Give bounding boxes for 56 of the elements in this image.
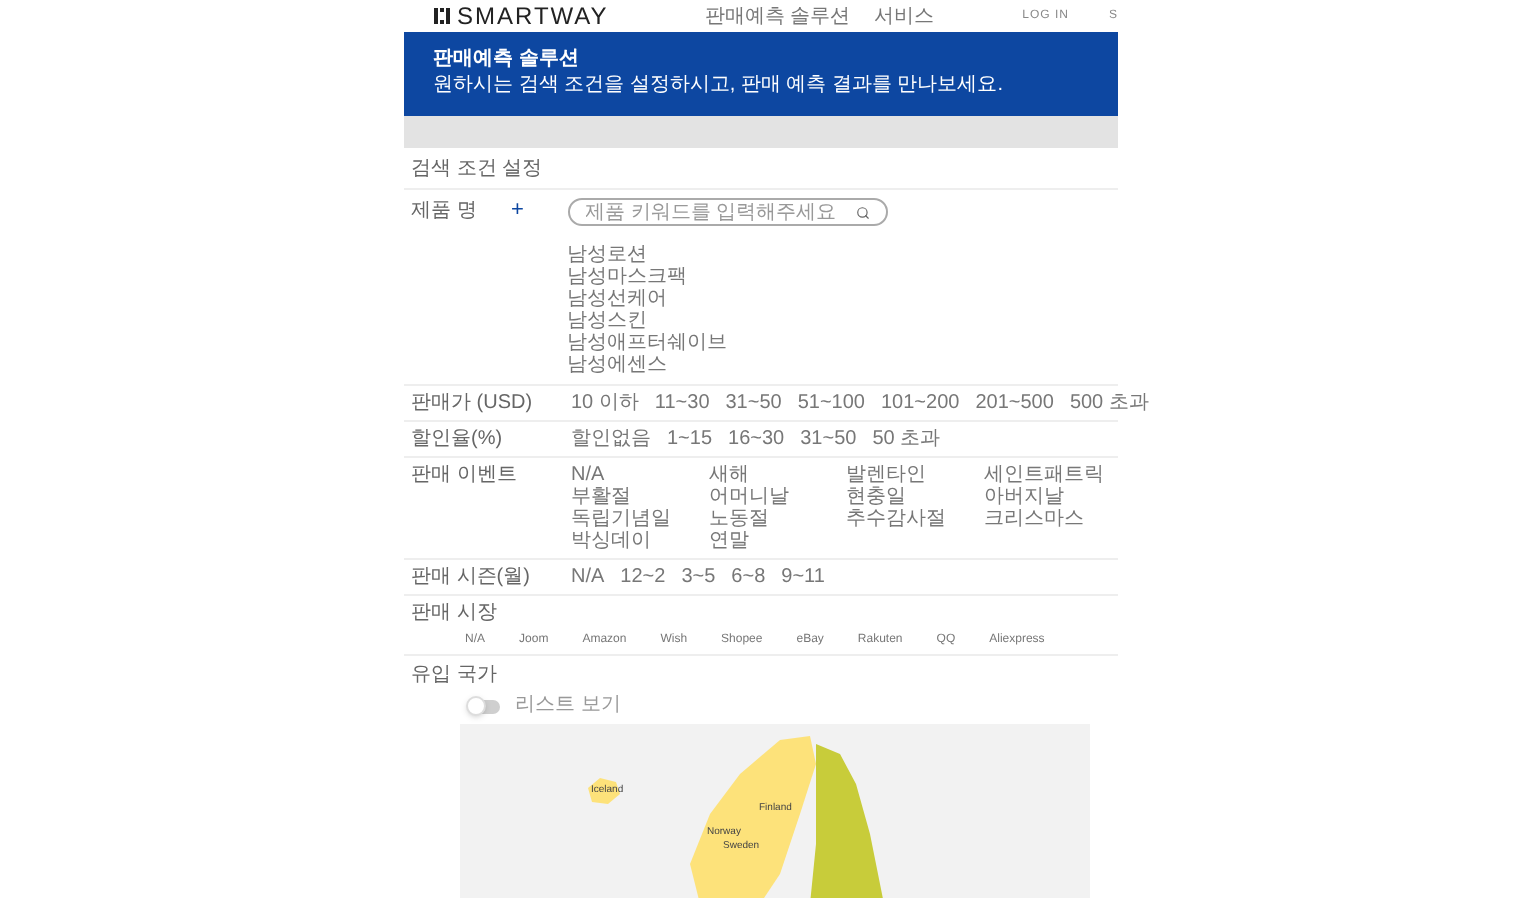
logo-icon	[433, 8, 449, 24]
nav-link[interactable]: 판매예측 솔루션	[704, 1, 851, 31]
filter-label: 판매 이벤트	[411, 464, 519, 490]
filter-option[interactable]: 201~500	[975, 392, 1054, 414]
filter-option[interactable]: N/A	[571, 464, 697, 486]
filter-option[interactable]: 12~2	[620, 566, 666, 588]
banner-subtitle: 원하시는 검색 조건을 설정하시고, 판매 예측 결과를 만나보세요.	[433, 72, 1006, 98]
filter-label: 판매 시즌(월)	[411, 566, 532, 588]
filter-option[interactable]: 독립기념일	[571, 508, 697, 530]
product-item[interactable]: 남성스킨	[567, 310, 887, 332]
filter-option[interactable]: 500 초과	[1069, 392, 1149, 414]
filter-option[interactable]: 10 이하	[571, 392, 639, 414]
filter-option[interactable]: 현충일	[846, 486, 972, 508]
filter-option[interactable]: 크리스마스	[983, 508, 1109, 530]
filter-option[interactable]: 101~200	[881, 392, 960, 414]
filter-option[interactable]: 51~100	[797, 392, 865, 414]
product-item[interactable]: 남성로션	[567, 244, 887, 266]
filter-option[interactable]: 아버지날	[983, 486, 1109, 508]
product-item[interactable]: 남성마스크팩	[567, 266, 887, 288]
logo-text: SMARTWAY	[457, 4, 609, 28]
filter-option[interactable]: 발렌타인	[846, 464, 972, 486]
nav-link[interactable]: 서비스	[874, 1, 935, 31]
filter-label: 판매 시장	[411, 600, 499, 626]
filter-option[interactable]: 6~8	[731, 566, 766, 588]
filter-option[interactable]: 연말	[708, 530, 834, 552]
search-icon	[855, 205, 869, 219]
filter-option[interactable]: 3~5	[681, 566, 716, 588]
section-title: 검색 조건 설정	[409, 156, 545, 184]
filter-option[interactable]: 9~11	[781, 566, 825, 588]
add-button[interactable]: +	[511, 198, 567, 224]
filter-label: 유입 국가	[411, 662, 499, 688]
filter-option[interactable]: 할인없음	[571, 428, 651, 450]
product-item[interactable]: 남성애프터쉐이브	[567, 332, 887, 354]
filter-option[interactable]: N/A	[571, 566, 605, 588]
search-field[interactable]: 제품 키워드를 입력해주세요	[567, 198, 887, 226]
filter-option[interactable]: 31~50	[725, 392, 782, 414]
toggle-label: 리스트 보기	[515, 696, 621, 716]
filter-label: 할인율(%)	[411, 428, 505, 450]
filter-option[interactable]: 16~30	[728, 428, 785, 450]
filter-option[interactable]: 50 초과	[872, 428, 941, 450]
filter-option[interactable]: 박싱데이	[571, 530, 697, 552]
filter-option[interactable]: 추수감사절	[846, 508, 972, 530]
filter-option[interactable]: 새해	[708, 464, 834, 486]
filter-option[interactable]: 어머니날	[708, 486, 834, 508]
filter-option[interactable]: 11~30	[654, 392, 710, 414]
filter-option[interactable]: 1~15	[667, 428, 713, 450]
list-toggle[interactable]	[467, 699, 499, 713]
filter-label: 판매가 (USD)	[411, 392, 535, 414]
filter-label: 제품 명	[411, 198, 479, 224]
filter-option[interactable]: 부활절	[571, 486, 697, 508]
filter-option[interactable]: 31~50	[800, 428, 857, 450]
filter-option[interactable]: 세인트패트릭	[983, 464, 1109, 486]
product-item[interactable]: 남성에센스	[567, 354, 887, 376]
product-item[interactable]: 남성선케어	[567, 288, 887, 310]
filter-option[interactable]: 노동절	[708, 508, 834, 530]
banner-title: 판매예측 솔루션	[433, 46, 581, 72]
